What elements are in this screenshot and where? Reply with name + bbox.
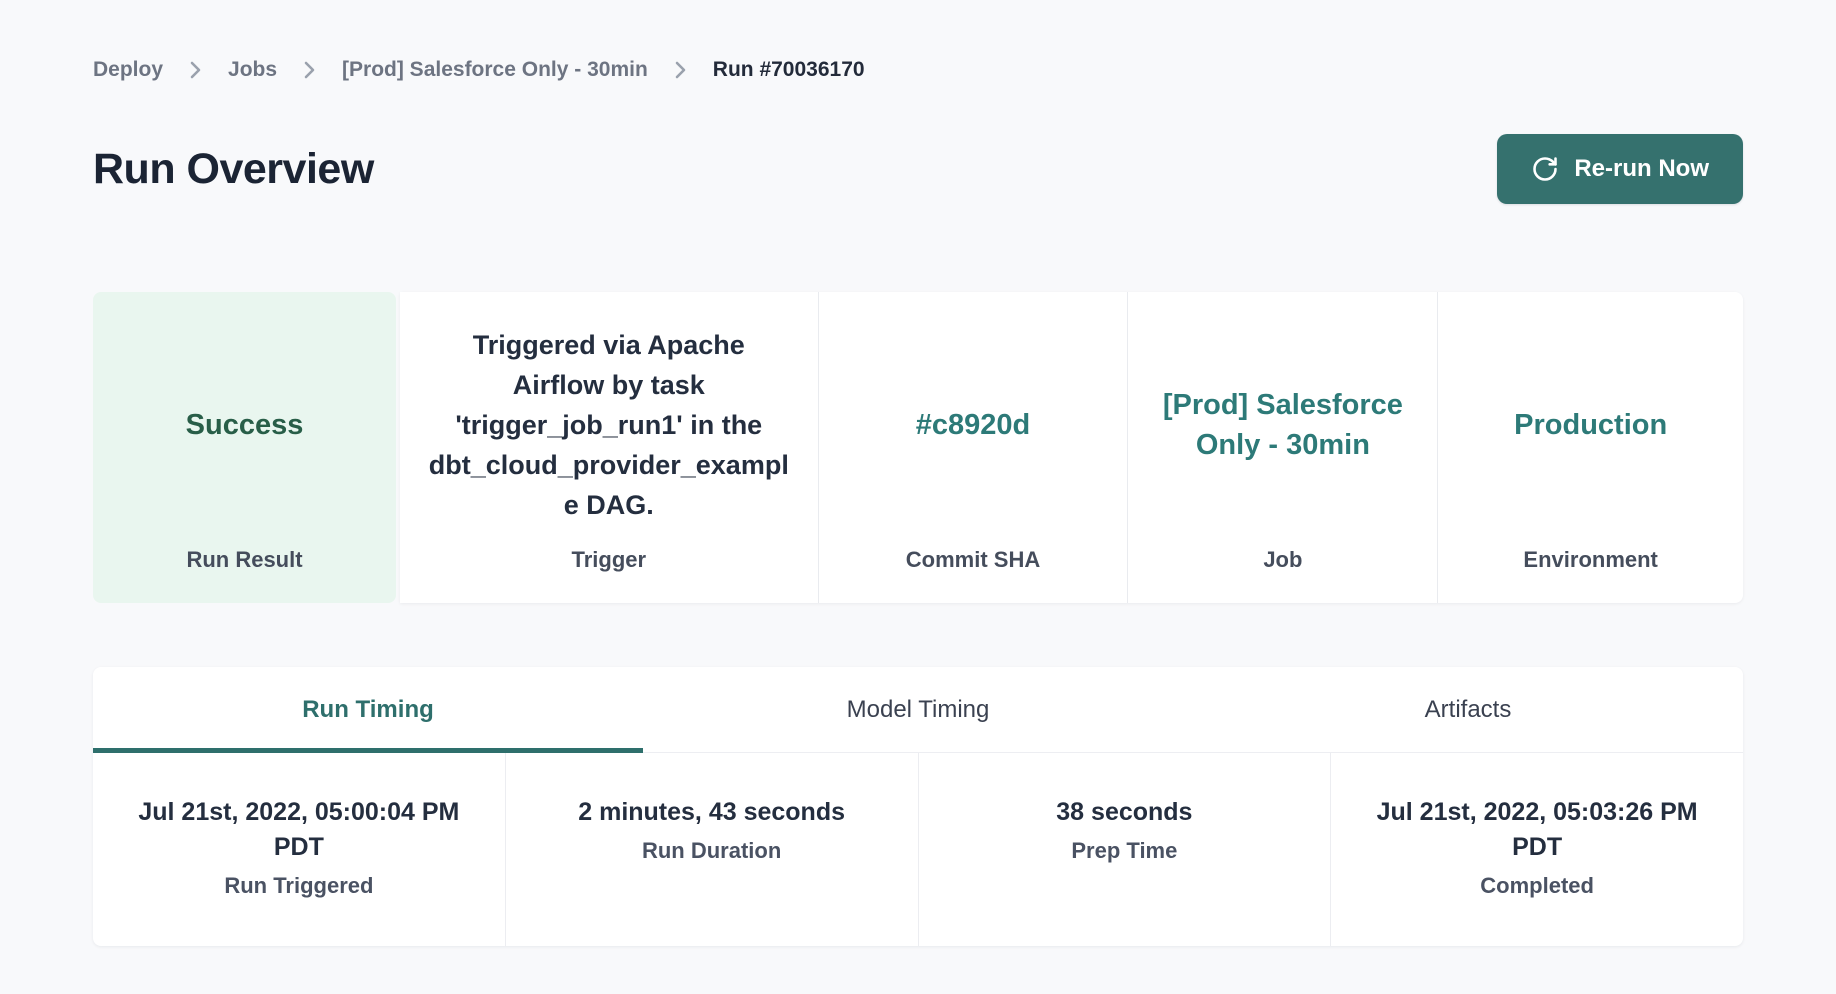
rerun-now-label: Re-run Now xyxy=(1574,155,1709,183)
page-title: Run Overview xyxy=(93,145,374,194)
run-timing-row: Jul 21st, 2022, 05:00:04 PM PDT Run Trig… xyxy=(93,753,1743,946)
run-triggered-value: Jul 21st, 2022, 05:00:04 PM PDT xyxy=(133,795,465,865)
run-result-label: Run Result xyxy=(111,547,378,573)
run-detail-panel: Run Timing Model Timing Artifacts Jul 21… xyxy=(93,667,1743,946)
run-triggered-label: Run Triggered xyxy=(224,873,373,899)
trigger-value: Triggered via Apache Airflow by task 'tr… xyxy=(426,316,792,533)
completed-cell: Jul 21st, 2022, 05:03:26 PM PDT Complete… xyxy=(1330,753,1743,946)
run-duration-label: Run Duration xyxy=(642,838,781,864)
tab-artifacts[interactable]: Artifacts xyxy=(1193,667,1743,752)
job-link[interactable]: [Prod] Salesforce Only - 30min xyxy=(1154,316,1411,533)
summary-cards-group: Triggered via Apache Airflow by task 'tr… xyxy=(400,292,1743,603)
tab-model-timing[interactable]: Model Timing xyxy=(643,667,1193,752)
chevron-right-icon xyxy=(674,60,687,80)
completed-label: Completed xyxy=(1480,873,1594,899)
trigger-label: Trigger xyxy=(426,547,792,573)
tab-bar: Run Timing Model Timing Artifacts xyxy=(93,667,1743,753)
header-row: Run Overview Re-run Now xyxy=(93,134,1743,204)
breadcrumb-job-name[interactable]: [Prod] Salesforce Only - 30min xyxy=(342,58,648,82)
completed-value: Jul 21st, 2022, 05:03:26 PM PDT xyxy=(1371,795,1703,865)
refresh-icon xyxy=(1531,155,1559,183)
chevron-right-icon xyxy=(189,60,202,80)
run-triggered-cell: Jul 21st, 2022, 05:00:04 PM PDT Run Trig… xyxy=(93,753,505,946)
commit-sha-card: #c8920d Commit SHA xyxy=(818,292,1128,603)
job-card: [Prod] Salesforce Only - 30min Job xyxy=(1127,292,1437,603)
environment-label: Environment xyxy=(1464,547,1717,573)
trigger-card: Triggered via Apache Airflow by task 'tr… xyxy=(400,292,818,603)
run-result-value: Success xyxy=(111,316,378,533)
prep-time-label: Prep Time xyxy=(1071,838,1177,864)
run-result-card: Success Run Result xyxy=(93,292,396,603)
tab-run-timing[interactable]: Run Timing xyxy=(93,667,643,752)
breadcrumb-deploy[interactable]: Deploy xyxy=(93,58,163,82)
breadcrumb-run-number: Run #70036170 xyxy=(713,58,865,82)
run-duration-value: 2 minutes, 43 seconds xyxy=(578,795,845,830)
prep-time-value: 38 seconds xyxy=(1056,795,1192,830)
chevron-right-icon xyxy=(303,60,316,80)
rerun-now-button[interactable]: Re-run Now xyxy=(1497,134,1743,204)
commit-sha-link[interactable]: #c8920d xyxy=(845,316,1102,533)
run-duration-cell: 2 minutes, 43 seconds Run Duration xyxy=(505,753,918,946)
breadcrumb: Deploy Jobs [Prod] Salesforce Only - 30m… xyxy=(93,58,1743,82)
breadcrumb-jobs[interactable]: Jobs xyxy=(228,58,277,82)
commit-sha-label: Commit SHA xyxy=(845,547,1102,573)
environment-card: Production Environment xyxy=(1437,292,1743,603)
prep-time-cell: 38 seconds Prep Time xyxy=(918,753,1331,946)
environment-link[interactable]: Production xyxy=(1464,316,1717,533)
page-content: Deploy Jobs [Prod] Salesforce Only - 30m… xyxy=(93,0,1743,946)
run-summary-row: Success Run Result Triggered via Apache … xyxy=(93,292,1743,603)
job-label: Job xyxy=(1154,547,1411,573)
